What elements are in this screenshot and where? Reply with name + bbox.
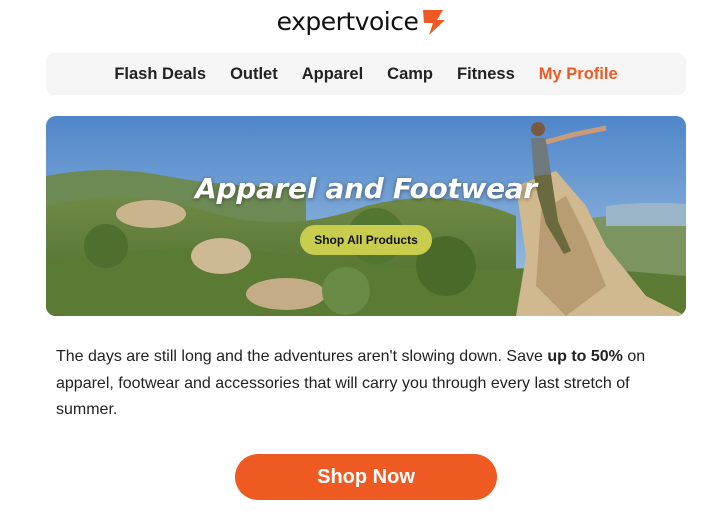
nav-item-camp[interactable]: Camp <box>375 65 445 84</box>
lightning-bolt-icon <box>423 10 446 35</box>
nav-item-outlet[interactable]: Outlet <box>218 65 290 84</box>
header: expertvoice <box>0 4 725 38</box>
main-nav: Flash Deals Outlet Apparel Camp Fitness … <box>46 53 686 95</box>
hero-title: Apparel and Footwear <box>195 172 537 205</box>
brand-logo[interactable]: expertvoice <box>277 6 449 36</box>
nav-item-apparel[interactable]: Apparel <box>290 65 375 84</box>
nav-item-my-profile[interactable]: My Profile <box>527 65 630 84</box>
promo-discount: up to 50% <box>547 348 623 365</box>
shop-now-button[interactable]: Shop Now <box>235 454 497 500</box>
nav-item-fitness[interactable]: Fitness <box>445 65 527 84</box>
nav-item-flash-deals[interactable]: Flash Deals <box>102 65 218 84</box>
promo-text-start: The days are still long and the adventur… <box>56 348 548 365</box>
hero-banner[interactable]: Apparel and Footwear Shop All Products <box>46 116 686 316</box>
brand-name: expertvoice <box>276 6 419 36</box>
promo-text: The days are still long and the adventur… <box>56 344 676 424</box>
hero-image <box>46 116 686 316</box>
shop-all-products-button[interactable]: Shop All Products <box>300 225 432 255</box>
